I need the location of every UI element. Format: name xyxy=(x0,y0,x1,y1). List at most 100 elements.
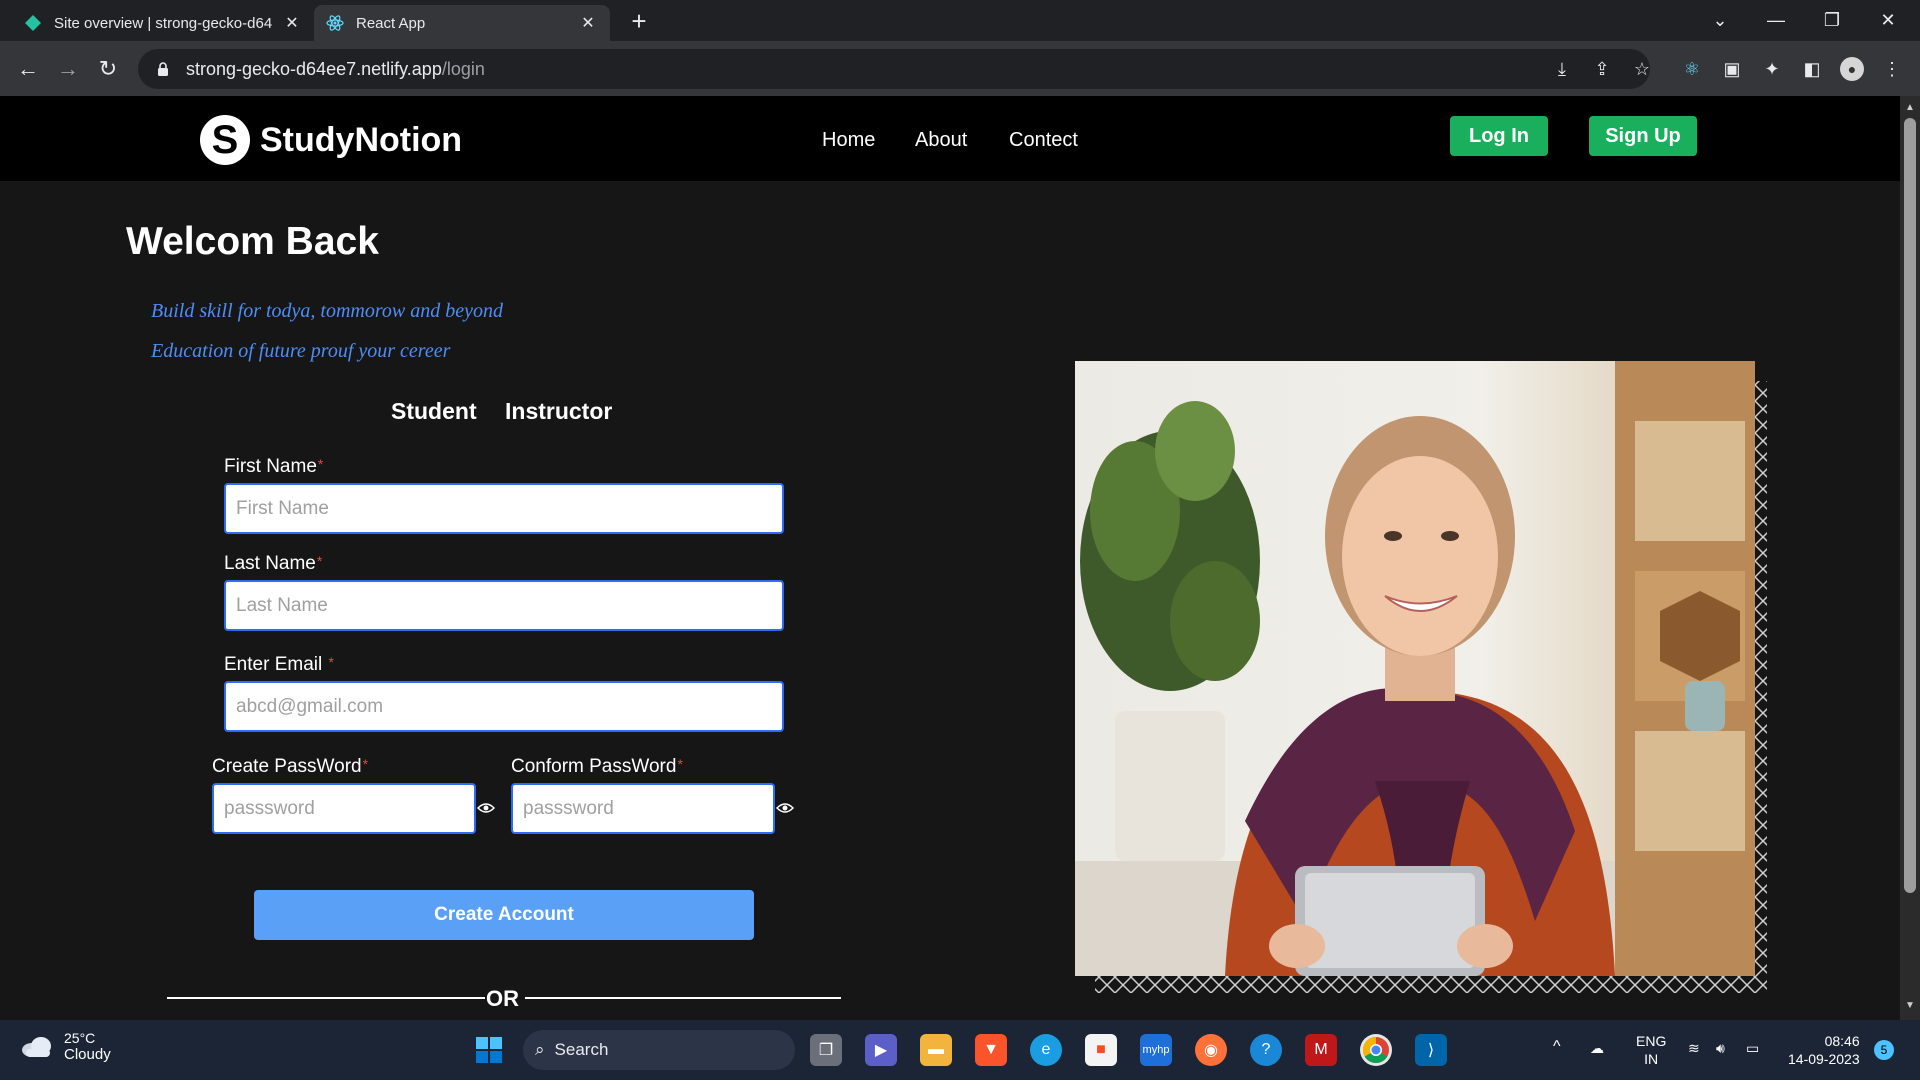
required-mark: * xyxy=(316,553,323,569)
windows-start-icon[interactable] xyxy=(473,1034,505,1066)
react-devtools-icon[interactable]: ⚛ xyxy=(1680,57,1704,81)
battery-icon[interactable]: ▭ xyxy=(1746,1040,1759,1057)
reload-icon[interactable]: ↻ xyxy=(92,53,124,85)
share-icon[interactable]: ⇪ xyxy=(1590,57,1614,81)
email-label-text: Enter Email xyxy=(224,654,323,675)
scroll-down-arrow-icon[interactable]: ▼ xyxy=(1905,1000,1915,1011)
microsoft-store-icon[interactable]: ■ xyxy=(1085,1034,1117,1066)
first-name-label: First Name* xyxy=(224,456,323,478)
weather-widget[interactable]: 25°C Cloudy xyxy=(20,1030,111,1063)
scroll-up-arrow-icon[interactable]: ▲ xyxy=(1905,102,1915,113)
nav-home[interactable]: Home xyxy=(822,129,875,152)
tab-site-overview[interactable]: Site overview | strong-gecko-d64 ✕ xyxy=(12,5,314,41)
search-icon: ⌕ xyxy=(535,1040,545,1059)
minimize-button[interactable]: — xyxy=(1748,0,1804,41)
profile-avatar[interactable]: ● xyxy=(1840,57,1864,81)
wifi-icon[interactable]: ≋ xyxy=(1688,1040,1700,1057)
required-mark: * xyxy=(362,756,369,772)
bookmark-star-icon[interactable]: ☆ xyxy=(1630,57,1654,81)
extensions-puzzle-icon[interactable]: ✦ xyxy=(1760,57,1784,81)
back-icon[interactable]: ← xyxy=(12,53,44,85)
forward-icon[interactable]: → xyxy=(52,53,84,85)
logo-mark: S xyxy=(200,115,250,165)
signup-button[interactable]: Sign Up xyxy=(1589,116,1697,156)
firefox-icon[interactable]: ◉ xyxy=(1195,1034,1227,1066)
nav-contact[interactable]: Contect xyxy=(1009,129,1078,152)
side-panel-icon[interactable]: ◧ xyxy=(1800,57,1824,81)
region-code: IN xyxy=(1644,1051,1659,1067)
volume-icon[interactable]: 🔊︎ xyxy=(1716,1040,1725,1057)
close-tab-icon[interactable]: ✕ xyxy=(282,13,302,33)
create-password-input[interactable] xyxy=(212,783,476,834)
last-name-input[interactable] xyxy=(224,580,784,631)
brave-browser-icon[interactable]: ▼ xyxy=(975,1034,1007,1066)
vscode-icon[interactable]: ⟩ xyxy=(1415,1034,1447,1066)
required-mark: * xyxy=(677,756,683,772)
notification-badge[interactable]: 5 xyxy=(1874,1040,1894,1060)
tab-react-app[interactable]: React App ✕ xyxy=(314,5,610,41)
install-app-icon[interactable]: ⤓ xyxy=(1550,57,1574,81)
confirm-password-input[interactable] xyxy=(511,783,775,834)
edge-browser-icon[interactable]: e xyxy=(1030,1034,1062,1066)
show-hidden-icons-chevron-icon[interactable]: ^ xyxy=(1553,1038,1561,1056)
tab-title: Site overview | strong-gecko-d64 xyxy=(54,14,273,32)
clock-time: 08:46 xyxy=(1824,1033,1860,1049)
teams-chat-icon[interactable]: ▶ xyxy=(865,1034,897,1066)
url-path: /login xyxy=(441,58,485,79)
password-label-text: Create PassWord xyxy=(212,756,362,777)
confirm-password-label-text: Conform PassWord xyxy=(511,756,677,777)
email-label: Enter Email * xyxy=(224,654,334,676)
clock[interactable]: 08:46 14-09-2023 xyxy=(1788,1032,1860,1068)
language-code: ENG xyxy=(1636,1033,1667,1049)
chrome-icon[interactable] xyxy=(1360,1034,1392,1066)
required-mark: * xyxy=(317,456,324,472)
first-name-label-text: First Name xyxy=(224,456,317,477)
first-name-input[interactable] xyxy=(224,483,784,534)
password-label: Create PassWord* xyxy=(212,756,368,778)
react-icon xyxy=(326,14,344,32)
onedrive-status-icon[interactable]: ☁ xyxy=(1590,1040,1604,1057)
url-host: strong-gecko-d64ee7.netlify.app xyxy=(186,58,442,79)
nav-about[interactable]: About xyxy=(915,129,967,152)
show-confirm-password-eye-icon[interactable] xyxy=(776,801,794,815)
restore-button[interactable]: ❐ xyxy=(1804,0,1860,41)
language-indicator[interactable]: ENG IN xyxy=(1636,1032,1666,1068)
login-button[interactable]: Log In xyxy=(1450,116,1548,156)
page-scrollbar[interactable]: ▲ ▼ xyxy=(1900,96,1920,1020)
task-view-icon[interactable]: ❐ xyxy=(810,1034,842,1066)
close-window-button[interactable]: ✕ xyxy=(1860,0,1916,41)
tab-student[interactable]: Student xyxy=(391,398,477,425)
address-bar[interactable]: strong-gecko-d64ee7.netlify.app/login xyxy=(138,49,1650,89)
page-viewport: S StudyNotion Home About Contect Log In … xyxy=(0,96,1900,1020)
menu-kebab-icon[interactable]: ⋮ xyxy=(1880,57,1904,81)
weather-condition: Cloudy xyxy=(64,1046,111,1063)
divider-right xyxy=(525,997,841,999)
tab-search-icon[interactable]: ⌄ xyxy=(1692,0,1748,41)
mcafee-icon[interactable]: M xyxy=(1305,1034,1337,1066)
studynotion-logo[interactable]: S StudyNotion xyxy=(200,115,462,165)
last-name-label-text: Last Name xyxy=(224,553,316,574)
tab-title: React App xyxy=(356,14,426,32)
myhp-icon[interactable]: myhp xyxy=(1140,1034,1172,1066)
browser-toolbar: ← → ↻ strong-gecko-d64ee7.netlify.app/lo… xyxy=(0,41,1920,96)
create-account-button[interactable]: Create Account xyxy=(254,890,754,940)
scrollbar-thumb[interactable] xyxy=(1904,118,1916,893)
last-name-label: Last Name* xyxy=(224,553,322,575)
media-icon[interactable]: ▣ xyxy=(1720,57,1744,81)
required-mark: * xyxy=(328,654,334,670)
page-title: Welcom Back xyxy=(126,220,379,263)
lock-icon xyxy=(154,60,172,78)
or-separator: OR xyxy=(486,986,519,1011)
new-tab-button[interactable]: + xyxy=(624,6,654,36)
show-password-eye-icon[interactable] xyxy=(477,801,495,815)
divider-left xyxy=(167,997,485,999)
browser-tab-bar: Site overview | strong-gecko-d64 ✕ React… xyxy=(0,0,1920,41)
tab-instructor[interactable]: Instructor xyxy=(505,398,612,425)
file-explorer-icon[interactable]: ▬ xyxy=(920,1034,952,1066)
email-input[interactable] xyxy=(224,681,784,732)
student-photo xyxy=(1075,361,1755,976)
close-tab-icon[interactable]: ✕ xyxy=(578,13,598,33)
help-icon[interactable]: ? xyxy=(1250,1034,1282,1066)
taskbar-search[interactable]: ⌕ Search xyxy=(523,1030,795,1070)
netlify-icon xyxy=(24,14,42,32)
